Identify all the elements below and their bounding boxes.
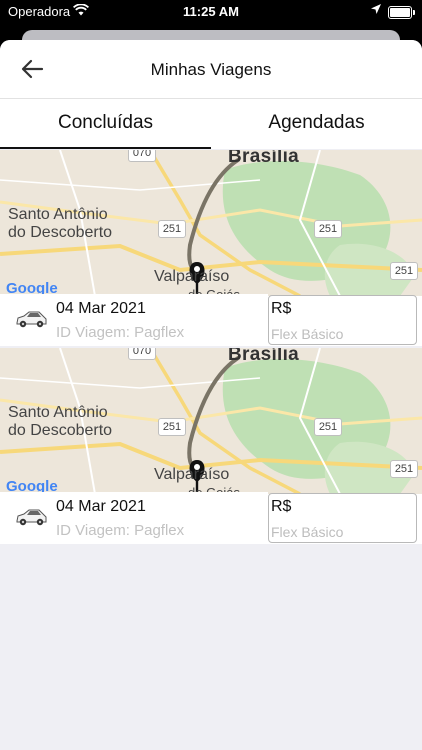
map-label-place: Valparaíso <box>154 268 230 285</box>
map-label-place: do Descoberto <box>8 422 113 439</box>
trips-sheet: Minhas Viagens Concluídas Agendadas Bras… <box>0 40 422 750</box>
navigation-bar: Minhas Viagens <box>0 40 422 99</box>
map-label-place: Santo Antônio <box>8 206 108 223</box>
road-shield: 251 <box>390 262 418 280</box>
map-label-place: Santo Antônio <box>8 404 108 421</box>
road-shield: 070 <box>128 348 156 360</box>
page-title: Minhas Viagens <box>150 60 272 79</box>
tab-concluidas[interactable]: Concluídas <box>0 99 211 149</box>
car-icon <box>14 308 48 330</box>
trip-id: ID Viagem: Pagflex <box>56 522 185 539</box>
trip-card[interactable]: Brasília Santo Antônio do Descoberto Val… <box>0 348 422 544</box>
clock: 11:25 AM <box>183 4 239 19</box>
trip-info: 04 Mar 2021 ID Viagem: Pagflex <box>0 492 268 544</box>
trip-category: Flex Básico <box>271 326 344 342</box>
road-shield: 251 <box>314 220 342 238</box>
trip-date: 04 Mar 2021 <box>56 300 146 317</box>
trip-map: Brasília Santo Antônio do Descoberto Val… <box>0 348 422 494</box>
road-shield: 251 <box>390 460 418 478</box>
status-bar: Operadora 11:25 AM <box>0 0 422 24</box>
trip-map: Brasília Santo Antônio do Descoberto Val… <box>0 150 422 296</box>
trip-price: R$ <box>271 498 292 515</box>
trip-date: 04 Mar 2021 <box>56 498 146 515</box>
battery-icon <box>388 6 415 19</box>
map-label-place: do Descoberto <box>8 224 113 241</box>
tab-agendadas[interactable]: Agendadas <box>211 99 422 149</box>
trip-id: ID Viagem: Pagflex <box>56 324 185 341</box>
map-label-city: Brasília <box>228 348 300 365</box>
tab-bar: Concluídas Agendadas <box>0 99 422 149</box>
map-label-city: Brasília <box>228 150 300 167</box>
trip-card[interactable]: Brasília Santo Antônio do Descoberto Val… <box>0 150 422 346</box>
road-shield: 251 <box>158 418 186 436</box>
trip-info: 04 Mar 2021 ID Viagem: Pagflex <box>0 294 268 346</box>
road-shield: 251 <box>314 418 342 436</box>
car-icon <box>14 506 48 528</box>
road-shield: 251 <box>158 220 186 238</box>
trip-category: Flex Básico <box>271 524 344 540</box>
trip-price: R$ <box>271 300 292 317</box>
location-arrow-icon <box>370 3 382 18</box>
price-box: R$ Flex Básico <box>268 295 417 345</box>
map-label-place: Valparaíso <box>154 466 230 483</box>
price-box: R$ Flex Básico <box>268 493 417 543</box>
road-shield: 070 <box>128 150 156 162</box>
